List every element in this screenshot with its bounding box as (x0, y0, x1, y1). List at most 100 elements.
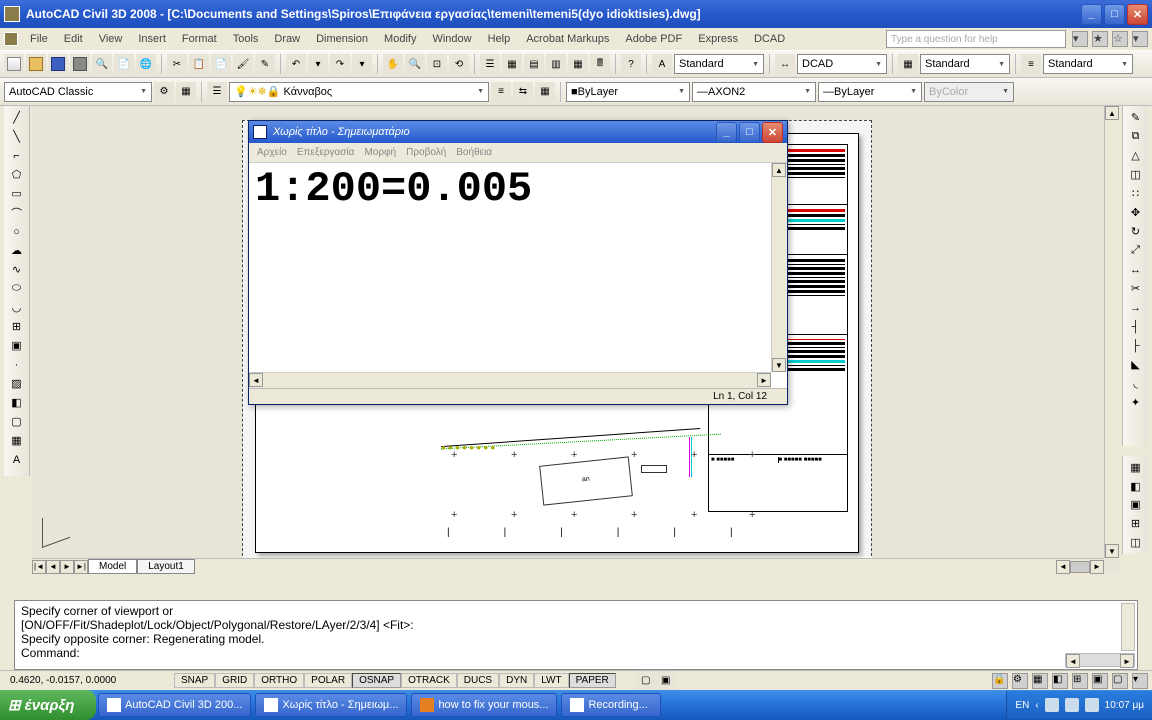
notepad-titlebar[interactable]: Χωρίς τίτλο - Σημειωματάριο _ □ ✕ (249, 121, 787, 143)
cmd-line-4[interactable]: Command: (21, 646, 1131, 660)
tool1-icon[interactable]: ▦ (1125, 458, 1147, 477)
circle-icon[interactable]: ○ (6, 222, 28, 241)
status-lwt[interactable]: LWT (534, 673, 568, 688)
vscrollbar[interactable]: ▲ ▼ (1104, 106, 1120, 558)
hscroll-thumb[interactable] (1070, 561, 1090, 573)
toolpalette-icon[interactable]: ▤ (524, 54, 544, 74)
dimstyle-dropdown[interactable]: DCAD (797, 54, 887, 74)
quickcalc-icon[interactable]: 🖩 (590, 54, 610, 74)
tray-icon-3[interactable] (1085, 698, 1099, 712)
mirror-icon[interactable]: △ (1125, 146, 1147, 165)
xline-icon[interactable]: ╲ (6, 127, 28, 146)
lineweight-dropdown[interactable]: — ByLayer (818, 82, 922, 102)
np-scroll-up-icon[interactable]: ▲ (772, 163, 786, 177)
status-tray3-icon[interactable]: ⊞ (1072, 673, 1088, 689)
np-scroll-right-icon[interactable]: ► (757, 373, 771, 387)
tablestyle-icon[interactable]: ▦ (898, 54, 918, 74)
tray-chevron-icon[interactable]: ‹ (1035, 700, 1038, 711)
minimize-button[interactable]: _ (1081, 4, 1102, 25)
ws-settings-icon[interactable]: ⚙ (154, 82, 174, 102)
menu-edit[interactable]: Edit (56, 31, 91, 47)
move-icon[interactable]: ✥ (1125, 203, 1147, 222)
task-recording[interactable]: Recording... (561, 693, 661, 717)
extend-icon[interactable]: → (1125, 298, 1147, 317)
match-icon[interactable]: 🖌 (233, 54, 253, 74)
layer-state-icon[interactable]: ▦ (535, 82, 555, 102)
table-icon[interactable]: ▦ (6, 431, 28, 450)
menu-draw[interactable]: Draw (266, 31, 308, 47)
menu-window[interactable]: Window (424, 31, 479, 47)
status-tray2-icon[interactable]: ◧ (1052, 673, 1068, 689)
task-autocad[interactable]: AutoCAD Civil 3D 200... (98, 693, 251, 717)
color-dropdown[interactable]: ■ ByLayer (566, 82, 690, 102)
textstyle-dropdown[interactable]: Standard (674, 54, 764, 74)
offset-icon[interactable]: ◫ (1125, 165, 1147, 184)
preview-icon[interactable]: 🔍 (92, 54, 112, 74)
menu-toggle-icon[interactable]: ▾ (1132, 31, 1148, 47)
cmd-scroll-left-icon[interactable]: ◄ (1066, 654, 1080, 668)
cmd-hscroll[interactable]: ◄ ► (1065, 653, 1135, 667)
lang-indicator[interactable]: EN (1015, 700, 1029, 711)
explode-icon[interactable]: ✦ (1125, 393, 1147, 412)
workspace-dropdown[interactable]: AutoCAD Classic (4, 82, 152, 102)
clock[interactable]: 10:07 μμ (1105, 700, 1144, 711)
tab-last-icon[interactable]: ►| (74, 560, 88, 574)
zoom-rt-icon[interactable]: 🔍 (405, 54, 425, 74)
pline-icon[interactable]: ⌐ (6, 146, 28, 165)
menu-file[interactable]: File (22, 31, 56, 47)
stretch-icon[interactable]: ↔ (1125, 260, 1147, 279)
designcenter-icon[interactable]: ▦ (502, 54, 522, 74)
notepad-hscroll[interactable]: ◄ ► (249, 372, 771, 388)
paste-icon[interactable]: 📄 (211, 54, 231, 74)
command-window[interactable]: Specify corner of viewport or [ON/OFF/Fi… (14, 600, 1138, 670)
help-dropdown-icon[interactable]: ▾ (1072, 31, 1088, 47)
tab-layout1[interactable]: Layout1 (137, 559, 195, 574)
star-icon[interactable]: ☆ (1112, 31, 1128, 47)
ellipse-icon[interactable]: ⬭ (6, 279, 28, 298)
erase-icon[interactable]: ✎ (1125, 108, 1147, 127)
layer-manager-icon[interactable]: ☰ (207, 82, 227, 102)
makeblock-icon[interactable]: ▣ (6, 336, 28, 355)
np-scroll-down-icon[interactable]: ▼ (772, 358, 786, 372)
ws-toolbar-icon[interactable]: ▦ (176, 82, 196, 102)
notepad-menu-edit[interactable]: Επεξεργασία (297, 147, 355, 158)
gradient-icon[interactable]: ◧ (6, 393, 28, 412)
mtext-icon[interactable]: A (6, 450, 28, 469)
notepad-textarea[interactable]: 1:200=0.005 (249, 163, 771, 372)
menu-view[interactable]: View (91, 31, 131, 47)
notepad-menu-view[interactable]: Προβολή (406, 147, 446, 158)
status-maximize-vp-icon[interactable]: ▣ (656, 671, 676, 691)
coordinates[interactable]: 0.4620, -0.0157, 0.0000 (4, 675, 154, 686)
scroll-up-icon[interactable]: ▲ (1105, 106, 1119, 120)
blockeditor-icon[interactable]: ✎ (255, 54, 275, 74)
tool4-icon[interactable]: ⊞ (1125, 514, 1147, 533)
mlstyle-icon[interactable]: ≡ (1021, 54, 1041, 74)
array-icon[interactable]: ∷ (1125, 184, 1147, 203)
notepad-vscroll[interactable]: ▲ ▼ (771, 163, 787, 372)
menu-tools[interactable]: Tools (225, 31, 267, 47)
status-lock-icon[interactable]: 🔒 (992, 673, 1008, 689)
status-otrack[interactable]: OTRACK (401, 673, 457, 688)
status-polar[interactable]: POLAR (304, 673, 352, 688)
layer-dropdown[interactable]: 💡☀❄🔒 Κάνναβος (229, 82, 489, 102)
chamfer-icon[interactable]: ◣ (1125, 355, 1147, 374)
undo-icon[interactable]: ↶ (286, 54, 306, 74)
menu-insert[interactable]: Insert (130, 31, 174, 47)
layer-match-icon[interactable]: ⇆ (513, 82, 533, 102)
start-button[interactable]: ⊞έναρξη (0, 690, 96, 720)
new-icon[interactable] (4, 54, 24, 74)
menu-acrobat[interactable]: Acrobat Markups (518, 31, 617, 47)
scroll-down-icon[interactable]: ▼ (1105, 544, 1119, 558)
publish-icon[interactable]: 📄 (114, 54, 134, 74)
task-firefox[interactable]: how to fix your mous... (411, 693, 557, 717)
menu-express[interactable]: Express (690, 31, 746, 47)
tab-next-icon[interactable]: ► (60, 560, 74, 574)
plot-icon[interactable] (70, 54, 90, 74)
redo-dropdown-icon[interactable]: ▾ (352, 54, 372, 74)
line-icon[interactable]: ╱ (6, 108, 28, 127)
layer-prev-icon[interactable]: ≡ (491, 82, 511, 102)
status-menu-icon[interactable]: ▾ (1132, 673, 1148, 689)
properties-icon[interactable]: ☰ (480, 54, 500, 74)
textstyle-icon[interactable]: A (652, 54, 672, 74)
mlstyle-dropdown[interactable]: Standard (1043, 54, 1133, 74)
